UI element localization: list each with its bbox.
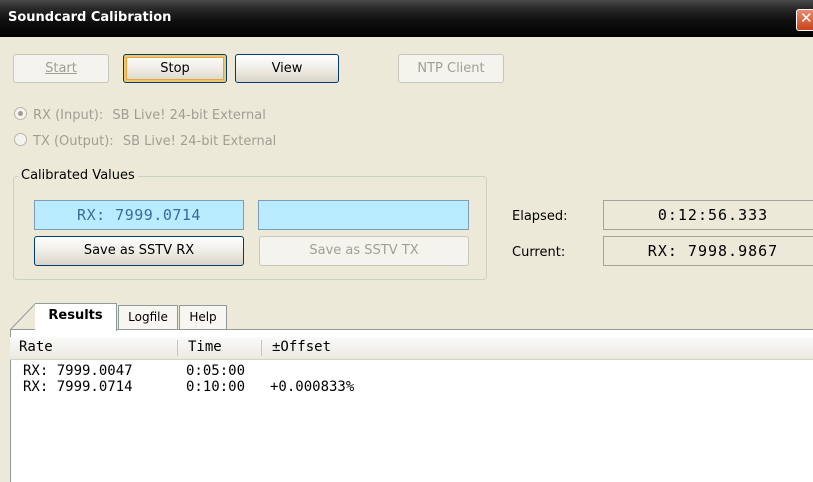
tab-results[interactable]: Results xyxy=(35,303,117,331)
table-row: RX: 7999.0714 0:10:00 +0.000833% xyxy=(23,379,354,443)
save-sstv-rx-button[interactable]: Save as SSTV RX xyxy=(34,236,244,266)
view-button[interactable]: View xyxy=(235,54,339,83)
start-button[interactable]: Start xyxy=(13,54,109,83)
column-header-time[interactable]: Time xyxy=(188,339,222,355)
rx-radio-label: RX (Input): xyxy=(33,108,104,123)
save-sstv-tx-label: Save as SSTV TX xyxy=(309,243,419,258)
stop-button[interactable]: Stop xyxy=(123,54,227,83)
row-rate: RX: 7999.0714 xyxy=(23,379,133,395)
tab-results-slant xyxy=(10,303,36,330)
calibrated-rx-value: RX: 7999.0714 xyxy=(34,200,244,230)
close-button[interactable]: ✕ xyxy=(796,9,813,31)
column-header-rate[interactable]: Rate xyxy=(19,339,53,355)
start-button-label: Start xyxy=(45,61,77,76)
tx-radio-label: TX (Output): xyxy=(33,134,114,149)
rx-device-option[interactable]: RX (Input): SB Live! 24-bit External xyxy=(14,107,266,123)
tab-help[interactable]: Help xyxy=(179,305,227,329)
current-label: Current: xyxy=(512,245,566,260)
rx-device-name: SB Live! 24-bit External xyxy=(112,108,266,123)
row-time: 0:10:00 xyxy=(186,379,246,395)
tab-logfile-label: Logfile xyxy=(128,310,168,324)
rx-radio[interactable] xyxy=(14,107,27,120)
view-button-label: View xyxy=(271,61,303,76)
row-offset: +0.000833% xyxy=(270,379,355,395)
elapsed-value: 0:12:56.333 xyxy=(603,200,813,230)
current-value: RX: 7998.9867 xyxy=(603,236,813,266)
calibrated-values-legend: Calibrated Values xyxy=(18,168,138,183)
close-icon: ✕ xyxy=(800,9,813,27)
title-bar: Soundcard Calibration ✕ xyxy=(0,0,813,37)
calibrated-tx-value xyxy=(258,200,469,230)
column-divider[interactable] xyxy=(261,340,262,356)
elapsed-label: Elapsed: xyxy=(512,209,568,224)
results-table-header: Rate Time ±Offset xyxy=(10,337,813,360)
row-time: 0:05:00 xyxy=(186,363,246,379)
tab-logfile[interactable]: Logfile xyxy=(118,305,178,329)
stop-button-label: Stop xyxy=(160,61,190,76)
tab-help-label: Help xyxy=(189,310,217,324)
ntp-client-button-label: NTP Client xyxy=(417,61,485,76)
ntp-client-button[interactable]: NTP Client xyxy=(398,54,504,83)
row-rate: RX: 7999.0047 xyxy=(23,363,133,379)
column-header-offset[interactable]: ±Offset xyxy=(272,339,331,355)
tx-device-name: SB Live! 24-bit External xyxy=(122,134,277,149)
tab-results-label: Results xyxy=(48,308,103,323)
column-divider[interactable] xyxy=(177,340,178,356)
window-title: Soundcard Calibration xyxy=(8,10,172,25)
save-sstv-rx-label: Save as SSTV RX xyxy=(83,243,195,258)
tx-radio[interactable] xyxy=(14,133,27,146)
save-sstv-tx-button[interactable]: Save as SSTV TX xyxy=(259,236,469,266)
tx-device-option[interactable]: TX (Output): SB Live! 24-bit External xyxy=(14,133,276,149)
